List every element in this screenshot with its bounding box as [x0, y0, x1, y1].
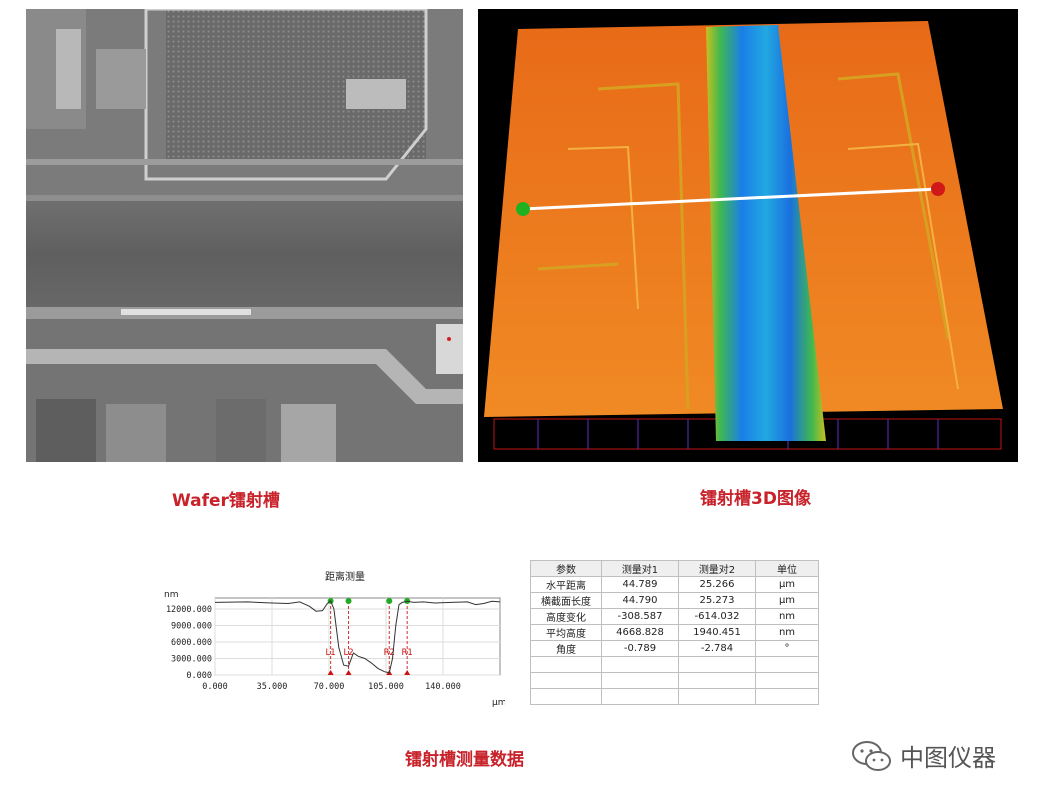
row-pair1: -308.587	[601, 608, 679, 625]
right-marker-icon	[931, 182, 945, 196]
brand-name: 中图仪器	[900, 744, 996, 772]
x-tick-label: 0.000	[202, 682, 228, 692]
wafer-micrograph-image	[26, 9, 463, 462]
row-pair2: -614.032	[678, 608, 756, 625]
laser-groove-3d-view	[478, 9, 1018, 462]
3d-image-caption: 镭射槽3D图像	[700, 489, 811, 509]
table-row: 平均高度 4668.828 1940.451 nm	[530, 624, 819, 641]
row-unit: nm	[755, 608, 819, 625]
row-param: 角度	[530, 640, 602, 657]
header-pair2: 测量对2	[678, 560, 756, 577]
chart-title: 距离测量	[325, 570, 365, 583]
row-unit: °	[755, 640, 819, 657]
row-param: 高度变化	[530, 608, 602, 625]
distance-measurement-chart: 距离测量 nm μm 12000.000 9000.000 6000.000 3000…	[164, 570, 505, 708]
row-unit: μm	[755, 592, 819, 609]
x-tick-label: 105.000	[368, 682, 404, 692]
brand-watermark: 中图仪器	[850, 738, 996, 773]
row-unit: μm	[755, 576, 819, 593]
table-row: 角度 -0.789 -2.784 °	[530, 640, 819, 657]
height-map-3d-image	[484, 21, 1003, 450]
measurement-table: 参数 测量对1 测量对2 单位 水平距离 44.789 25.266 μm 横截…	[530, 560, 819, 705]
wechat-icon	[852, 740, 891, 771]
x-tick-label: 140.000	[425, 682, 461, 692]
table-row: 横截面长度 44.790 25.273 μm	[530, 592, 819, 609]
cursor-top-marker	[386, 598, 393, 604]
header-unit: 单位	[755, 560, 819, 577]
row-pair2: 25.273	[678, 592, 756, 609]
row-pair1: 44.790	[601, 592, 679, 609]
row-param: 横截面长度	[530, 592, 602, 609]
cursor-label: R1	[402, 648, 413, 658]
row-pair2: 25.266	[678, 576, 756, 593]
y-tick-label: 9000.000	[171, 622, 212, 632]
header-param: 参数	[530, 560, 602, 577]
row-unit: nm	[755, 624, 819, 641]
plot-area	[214, 597, 501, 676]
table-row: 水平距离 44.789 25.266 μm	[530, 576, 819, 593]
row-pair2: -2.784	[678, 640, 756, 657]
cursor-top-marker	[345, 598, 352, 604]
row-pair2: 1940.451	[678, 624, 756, 641]
table-empty-row	[530, 688, 819, 705]
header-pair1: 测量对1	[601, 560, 679, 577]
table-empty-row	[530, 672, 819, 689]
left-marker-icon	[516, 202, 530, 216]
table-header-row: 参数 测量对1 测量对2 单位	[530, 560, 819, 577]
table-row: 高度变化 -308.587 -614.032 nm	[530, 608, 819, 625]
x-tick-label: 35.000	[257, 682, 288, 692]
y-tick-label: 6000.000	[171, 638, 212, 648]
x-axis-unit: μm	[492, 698, 505, 708]
y-tick-label: 12000.000	[166, 605, 212, 615]
row-param: 水平距离	[530, 576, 602, 593]
y-tick-label: 0.000	[186, 671, 212, 681]
row-pair1: -0.789	[601, 640, 679, 657]
cursor-label: L1	[326, 648, 336, 658]
x-tick-label: 70.000	[314, 682, 345, 692]
row-param: 平均高度	[530, 624, 602, 641]
row-pair1: 44.789	[601, 576, 679, 593]
table-empty-row	[530, 656, 819, 673]
wafer-caption: Wafer镭射槽	[172, 491, 280, 511]
y-tick-label: 3000.000	[171, 655, 212, 665]
y-axis-unit: nm	[164, 590, 178, 600]
measurement-data-caption: 镭射槽测量数据	[405, 750, 524, 770]
wafer-laser-groove-photo	[26, 9, 463, 462]
row-pair1: 4668.828	[601, 624, 679, 641]
